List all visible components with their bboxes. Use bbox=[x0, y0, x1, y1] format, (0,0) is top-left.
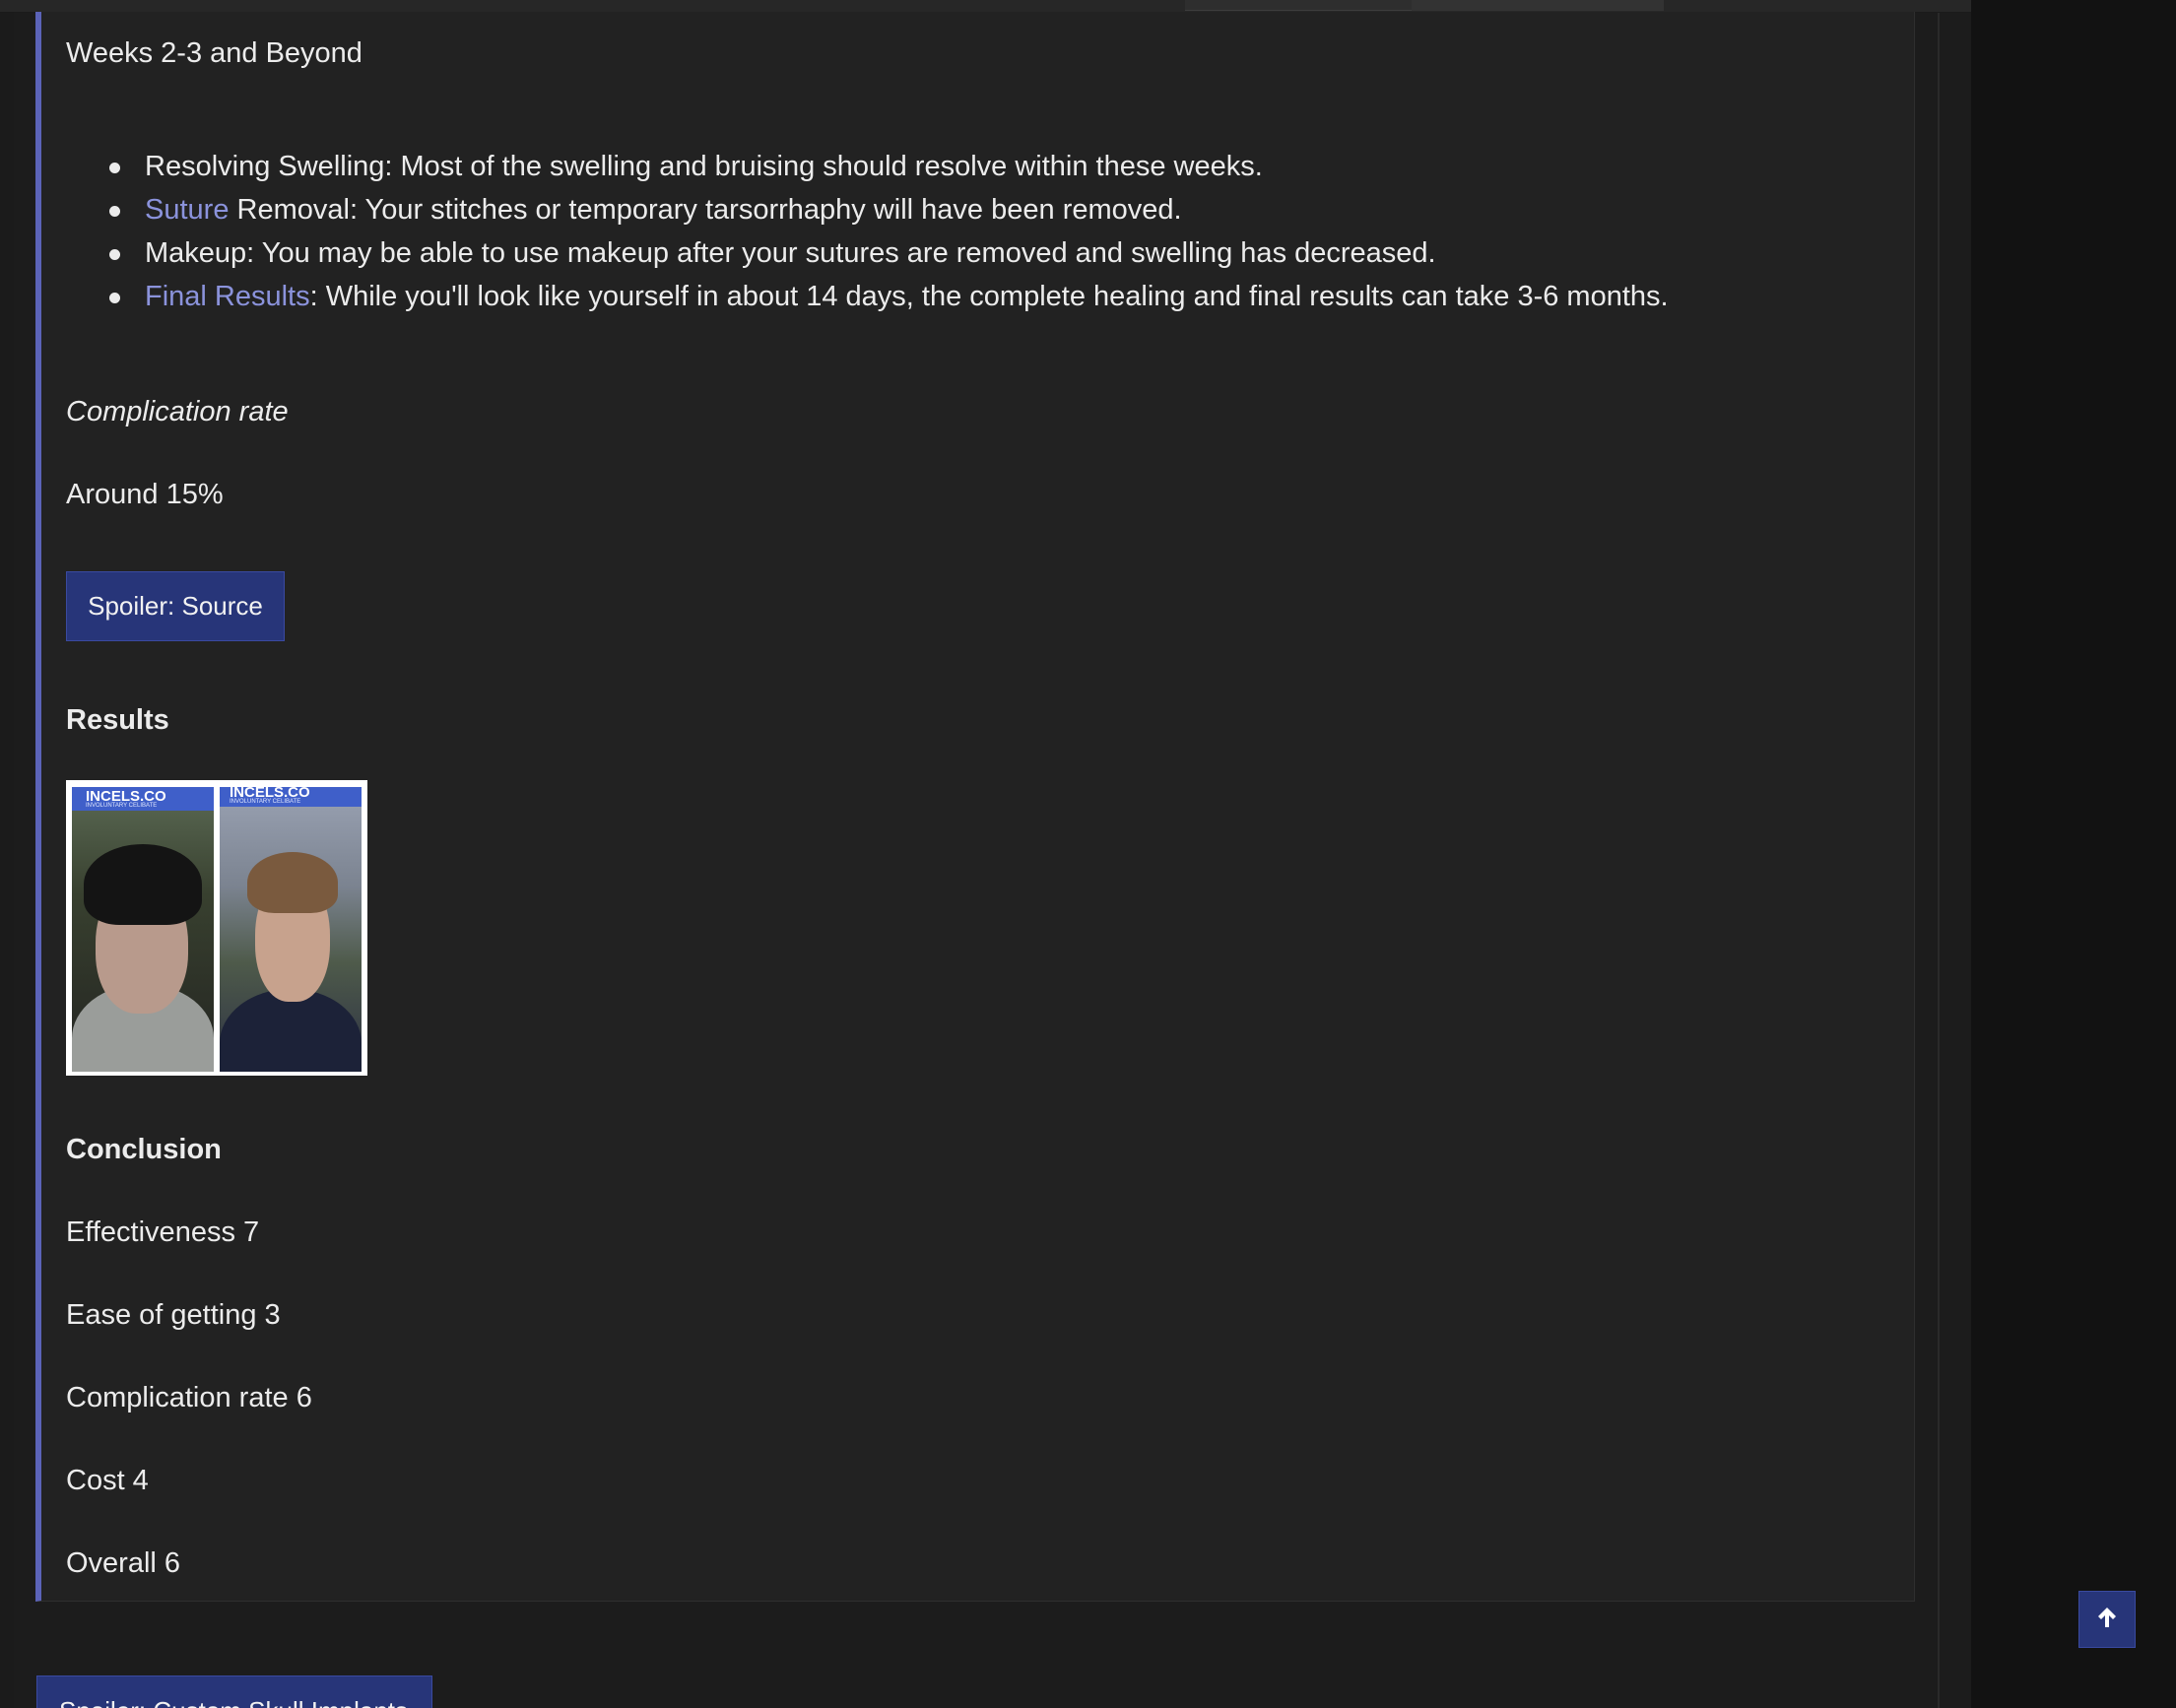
bullet-text: Removal: Your stitches or temporary tars… bbox=[229, 194, 1182, 226]
suture-link[interactable]: Suture bbox=[145, 194, 229, 226]
list-item: Suture Removal: Your stitches or tempora… bbox=[102, 191, 1669, 234]
watermark-subtitle: INVOLUNTARY CELIBATE bbox=[230, 799, 301, 805]
arrow-up-icon bbox=[2094, 1605, 2120, 1635]
phase-heading: Weeks 2-3 and Beyond bbox=[66, 37, 363, 69]
rating-complication: Complication rate 6 bbox=[66, 1382, 312, 1413]
results-image[interactable]: INCELS.CO INVOLUNTARY CELIBATE INCELS.CO… bbox=[66, 780, 367, 1076]
hair-shape bbox=[84, 844, 202, 925]
complication-heading: Complication rate bbox=[66, 396, 289, 427]
watermark-banner: INCELS.CO INVOLUNTARY CELIBATE bbox=[72, 787, 214, 811]
rating-effectiveness: Effectiveness 7 bbox=[66, 1216, 260, 1248]
spoiler-label: Spoiler: Source bbox=[88, 591, 263, 621]
after-photo: INCELS.CO INVOLUNTARY CELIBATE bbox=[220, 787, 362, 1072]
bullet-text: Makeup: You may be able to use makeup af… bbox=[145, 237, 1436, 269]
recovery-bullet-list: Resolving Swelling: Most of the swelling… bbox=[102, 148, 1669, 321]
left-gutter bbox=[0, 0, 14, 1708]
results-heading: Results bbox=[66, 704, 169, 736]
right-margin bbox=[1971, 0, 2176, 1708]
toolbar-tab[interactable] bbox=[1185, 0, 1412, 11]
source-spoiler-button[interactable]: Spoiler: Source bbox=[66, 571, 285, 641]
list-item: Makeup: You may be able to use makeup af… bbox=[102, 234, 1669, 278]
watermark-banner: INCELS.CO INVOLUNTARY CELIBATE bbox=[220, 787, 362, 807]
watermark-subtitle: INVOLUNTARY CELIBATE bbox=[86, 803, 158, 809]
conclusion-heading: Conclusion bbox=[66, 1134, 222, 1165]
list-item: Final Results: While you'll look like yo… bbox=[102, 278, 1669, 321]
final-results-link[interactable]: Final Results bbox=[145, 281, 310, 312]
rating-ease: Ease of getting 3 bbox=[66, 1299, 281, 1331]
bullet-text: Resolving Swelling: Most of the swelling… bbox=[145, 151, 1263, 182]
spoiler-label: Spoiler: Custom Skull Implants bbox=[59, 1696, 408, 1708]
toolbar-tab[interactable] bbox=[1412, 0, 1664, 11]
rating-cost: Cost 4 bbox=[66, 1465, 149, 1496]
bullet-text: : While you'll look like yourself in abo… bbox=[309, 281, 1669, 312]
before-photo: INCELS.CO INVOLUNTARY CELIBATE bbox=[72, 787, 214, 1072]
rating-overall: Overall 6 bbox=[66, 1547, 181, 1579]
scroll-to-top-button[interactable] bbox=[2078, 1591, 2136, 1648]
hair-shape bbox=[247, 852, 338, 913]
list-item: Resolving Swelling: Most of the swelling… bbox=[102, 148, 1669, 191]
custom-skull-implants-spoiler-button[interactable]: Spoiler: Custom Skull Implants bbox=[36, 1675, 432, 1708]
forum-page: Weeks 2-3 and Beyond Resolving Swelling:… bbox=[0, 0, 2176, 1708]
post-border bbox=[1938, 0, 1940, 1708]
complication-value: Around 15% bbox=[66, 479, 224, 510]
